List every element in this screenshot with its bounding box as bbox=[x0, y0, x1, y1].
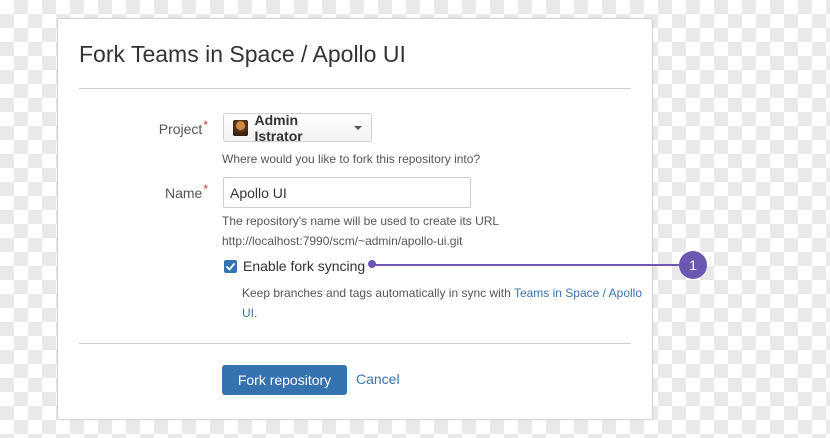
project-selected-value: Admin Istrator bbox=[254, 111, 303, 144]
checkmark-icon bbox=[226, 262, 235, 270]
chevron-down-icon bbox=[354, 125, 362, 130]
repository-url-text: http://localhost:7990/scm/~admin/apollo-… bbox=[222, 234, 463, 248]
repository-name-input[interactable] bbox=[223, 177, 471, 208]
name-label: Name* bbox=[68, 182, 208, 201]
callout-line bbox=[372, 264, 680, 266]
footer-divider bbox=[79, 343, 631, 344]
cancel-link[interactable]: Cancel bbox=[356, 371, 400, 387]
fork-syncing-help-text: Keep branches and tags automatically in … bbox=[242, 283, 642, 323]
fork-syncing-label[interactable]: Enable fork syncing bbox=[243, 258, 365, 274]
title-divider bbox=[79, 88, 631, 89]
required-indicator: * bbox=[203, 118, 208, 132]
sync-help-suffix: . bbox=[254, 306, 258, 320]
name-label-text: Name bbox=[164, 185, 203, 201]
sync-help-prefix: Keep branches and tags automatically in … bbox=[242, 286, 514, 300]
project-selector[interactable]: Admin Istrator bbox=[223, 111, 372, 144]
avatar bbox=[233, 119, 249, 136]
dialog-title: Fork Teams in Space / Apollo UI bbox=[79, 41, 406, 67]
project-label: Project* bbox=[68, 118, 208, 137]
project-label-text: Project bbox=[158, 121, 203, 137]
fork-dialog: Fork Teams in Space / Apollo UI Project*… bbox=[57, 18, 653, 420]
required-indicator: * bbox=[203, 182, 208, 196]
fork-repository-button[interactable]: Fork repository bbox=[222, 365, 347, 395]
name-help-text: The repository's name will be used to cr… bbox=[222, 214, 500, 228]
callout-badge: 1 bbox=[679, 251, 707, 279]
callout-dot bbox=[368, 260, 376, 268]
project-help-text: Where would you like to fork this reposi… bbox=[222, 152, 481, 166]
fork-syncing-checkbox[interactable] bbox=[224, 260, 237, 273]
